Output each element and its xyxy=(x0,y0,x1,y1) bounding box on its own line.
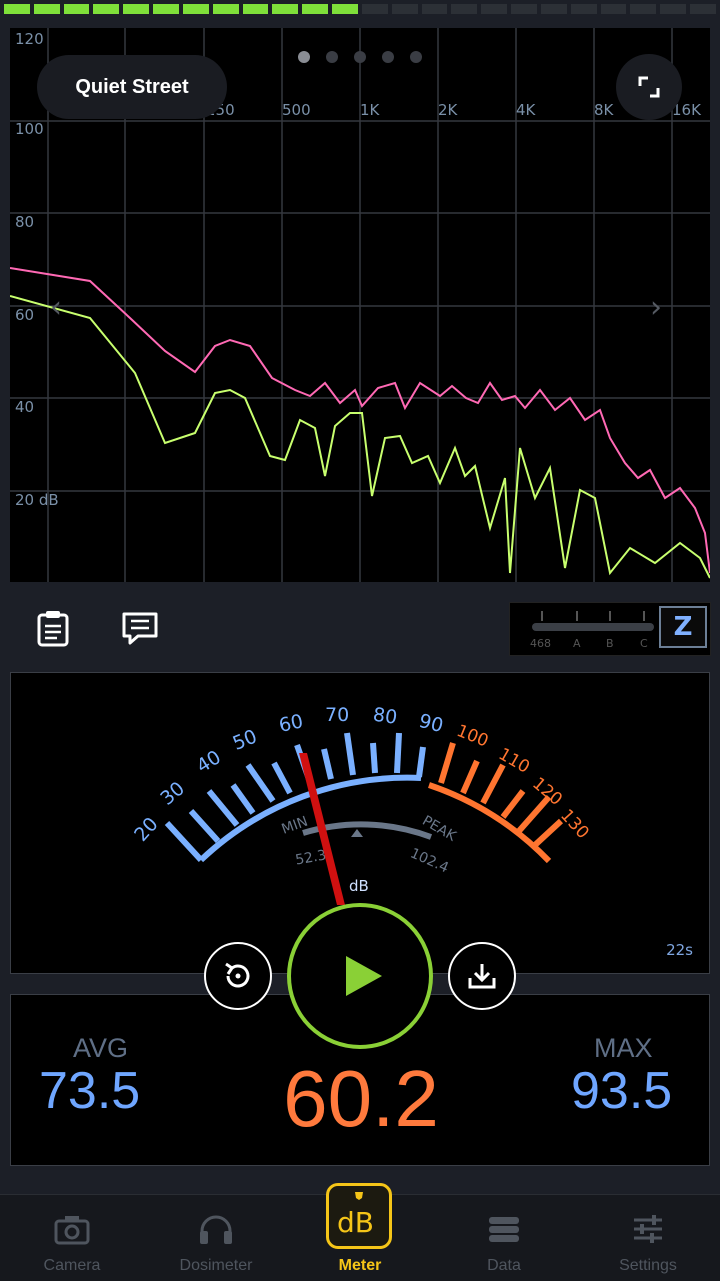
headphones-icon xyxy=(200,1215,232,1244)
y-label-100: 100 xyxy=(15,120,44,138)
bottom-nav: Camera Dosimeter dB Meter Data Settings xyxy=(0,1183,720,1281)
weighting-scale-label: C xyxy=(640,637,648,650)
play-button[interactable] xyxy=(287,903,433,1049)
download-icon xyxy=(468,964,496,989)
page-dot[interactable] xyxy=(354,51,366,63)
meter-scale-label: 80 xyxy=(372,704,399,729)
chevron-left-icon[interactable]: ‹ xyxy=(50,290,62,325)
meter-scale-label: 30 xyxy=(156,777,189,809)
expand-icon xyxy=(638,76,660,98)
page-dot[interactable] xyxy=(410,51,422,63)
nav-item-meter[interactable]: dB Meter xyxy=(288,1183,432,1281)
weighting-scale-label: B xyxy=(606,637,614,650)
meter-scale-label: 120 xyxy=(528,774,566,810)
y-label-60: 60 xyxy=(15,306,35,324)
nav-item-settings[interactable]: Settings xyxy=(576,1195,720,1281)
database-icon xyxy=(489,1217,519,1242)
y-label-40: 40 xyxy=(15,398,35,416)
sliders-icon xyxy=(634,1215,662,1243)
weighting-scale-label: A xyxy=(573,637,581,650)
clipboard-icon xyxy=(37,611,69,647)
spectrum-chart[interactable]: 120 100 80 60 40 20 dB 250 500 1K 2K 4K … xyxy=(10,28,710,582)
reset-button[interactable] xyxy=(204,942,272,1010)
peak-label: PEAK xyxy=(419,813,459,845)
x-label-2k: 2K xyxy=(438,101,458,119)
meter-scale-label: 50 xyxy=(230,725,261,754)
play-icon xyxy=(346,956,382,996)
min-value: 52.3 xyxy=(294,847,327,868)
level-indicator-bar xyxy=(0,0,720,18)
nav-item-camera[interactable]: Camera xyxy=(0,1195,144,1281)
page-indicator[interactable] xyxy=(298,51,422,63)
db-icon: dB xyxy=(326,1183,392,1249)
save-button[interactable] xyxy=(448,942,516,1010)
page-dot[interactable] xyxy=(382,51,394,63)
comment-icon xyxy=(122,612,158,645)
nav-label: Meter xyxy=(338,1257,382,1274)
weighting-scale-label: 468 xyxy=(530,637,551,650)
nav-label: Data xyxy=(487,1257,521,1274)
chevron-right-icon[interactable]: › xyxy=(650,290,662,325)
weighting-z-button[interactable]: Z xyxy=(659,606,707,648)
meter-scale-label: 20 xyxy=(130,813,163,846)
page-dot[interactable] xyxy=(326,51,338,63)
meter-scale-label: 90 xyxy=(417,710,446,737)
nav-label: Dosimeter xyxy=(179,1257,253,1274)
timer-label: 22s xyxy=(666,941,693,959)
max-value: 93.5 xyxy=(571,1062,673,1120)
nav-item-dosimeter[interactable]: Dosimeter xyxy=(144,1195,288,1281)
y-label-120: 120 xyxy=(15,30,44,48)
x-label-4k: 4K xyxy=(516,101,536,119)
max-label: MAX xyxy=(594,1033,653,1063)
notes-button[interactable] xyxy=(34,608,74,648)
x-label-8k: 8K xyxy=(594,101,614,119)
expand-button[interactable] xyxy=(616,54,682,120)
meter-unit: dB xyxy=(349,877,369,895)
y-label-80: 80 xyxy=(15,213,35,231)
peak-value: 102.4 xyxy=(408,845,451,876)
nav-label: Camera xyxy=(43,1257,101,1274)
meter-scale-label: 130 xyxy=(556,806,593,844)
weighting-selector[interactable]: 468 A B C Z xyxy=(509,602,711,656)
preset-label-button[interactable]: Quiet Street xyxy=(37,55,227,119)
meter-scale-label: 60 xyxy=(277,710,305,737)
page-dot[interactable] xyxy=(298,51,310,63)
svg-text:dB: dB xyxy=(337,1206,374,1239)
meter-scale-label: 40 xyxy=(193,746,225,777)
min-peak-marker xyxy=(351,829,363,837)
reset-icon xyxy=(225,962,250,988)
camera-icon xyxy=(54,1216,90,1245)
y-label-20: 20 dB xyxy=(15,491,59,509)
nav-item-data[interactable]: Data xyxy=(432,1195,576,1281)
weighting-scale: 468 A B C xyxy=(530,611,654,650)
x-label-500: 500 xyxy=(282,101,311,119)
x-label-1k: 1K xyxy=(360,101,380,119)
nav-label: Settings xyxy=(619,1257,677,1274)
meter-scale-label: 100 xyxy=(454,721,492,752)
comment-button[interactable] xyxy=(120,608,160,648)
meter-scale-label: 70 xyxy=(325,704,349,726)
